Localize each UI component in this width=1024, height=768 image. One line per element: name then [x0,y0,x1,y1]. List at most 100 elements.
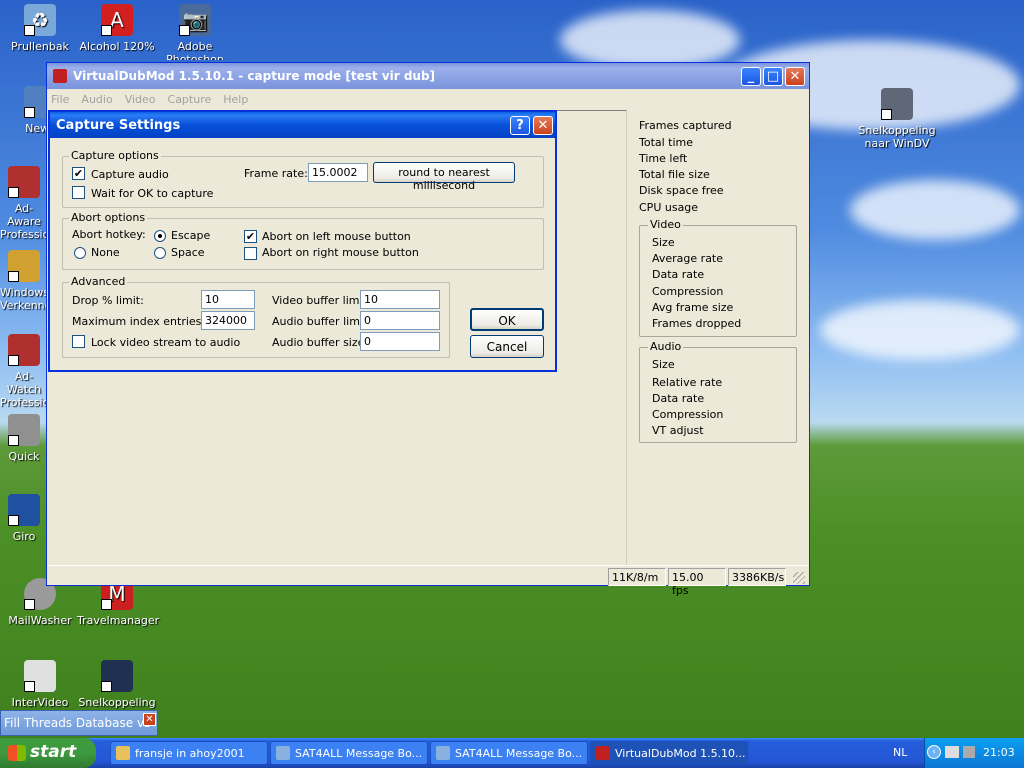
video-compression: Compression [652,285,724,298]
status-bitrate: 3386KB/s [728,568,786,586]
desktop-icon-recycle-bin[interactable]: ♻ Prullenbak [0,4,80,53]
language-indicator[interactable]: NL [893,746,907,759]
capture-settings-dialog: Capture Settings ? ✕ Capture options ✔ C… [48,110,557,372]
status-fps: 15.00 fps [668,568,726,597]
task-virtualdub[interactable]: VirtualDubMod 1.5.10... [590,741,748,765]
stat-total-file-size: Total file size [639,168,710,181]
video-stats-group: Video Size Average rate Data rate Compre… [639,218,797,337]
resize-grip[interactable] [793,572,805,584]
maximize-button[interactable]: □ [763,67,783,86]
close-button[interactable]: ✕ [785,67,805,86]
stats-panel: Frames captured Total time Time left Tot… [639,119,805,559]
audio-size: Size [652,358,675,371]
powerpost-icon [101,660,133,692]
audio-data-rate: Data rate [652,392,705,405]
camcorder-icon [881,88,913,120]
status-rate: 11K/8/m [608,568,666,586]
giro-icon [8,494,40,526]
hotkey-escape-radio[interactable] [154,230,166,242]
start-button[interactable]: start [0,738,96,768]
stat-time-left: Time left [639,152,688,165]
tray-network-icon[interactable] [945,746,959,758]
video-buffer-input[interactable]: 10 [360,290,440,309]
desktop-icon-giro[interactable]: Giro [0,494,48,543]
desktop-icon-explorer[interactable]: Windows Verkenner [0,250,48,312]
video-size: Size [652,236,675,249]
stat-frames-captured: Frames captured [639,119,732,132]
browser-icon [436,746,450,760]
hotkey-none-label: None [91,246,120,259]
browser-icon [276,746,290,760]
abort-hotkey-label: Abort hotkey: [72,228,146,241]
video-data-rate: Data rate [652,268,705,281]
tray-arrow-icon[interactable]: ‹ [927,745,941,759]
round-millisecond-button[interactable]: round to nearest millisecond [373,162,515,192]
drop-limit-input[interactable]: 10 [201,290,255,309]
hotkey-space-radio[interactable] [154,247,166,259]
menu-video[interactable]: Video [125,93,156,106]
taskbar: start fransje in ahoy2001 SAT4ALL Messag… [0,738,1024,768]
menu-bar: File Audio Video Capture Help [47,89,809,109]
menu-file[interactable]: File [51,93,69,106]
stat-cpu-usage: CPU usage [639,201,699,214]
wait-ok-label: Wait for OK to capture [91,187,214,200]
dialog-titlebar[interactable]: Capture Settings ? ✕ [50,112,555,138]
virtualdub-titlebar[interactable]: VirtualDubMod 1.5.10.1 - capture mode [t… [47,63,809,89]
desktop-icon-windv[interactable]: Snelkoppeling naar WinDV [857,88,937,150]
hotkey-space-label: Space [171,246,205,259]
help-button[interactable]: ? [510,116,530,135]
menu-help[interactable]: Help [223,93,248,106]
explorer-icon [8,250,40,282]
capture-audio-label: Capture audio [91,168,169,181]
stat-disk-space-free: Disk space free [639,184,724,197]
task-sat4all-2[interactable]: SAT4ALL Message Bo... [430,741,588,765]
alcohol-icon: A [101,4,133,36]
desktop-icon-alcohol[interactable]: A Alcohol 120% [77,4,157,53]
frame-rate-input[interactable]: 15.0002 [308,163,368,182]
desktop-icon-ad-watch[interactable]: Ad-Watch Professional [0,334,48,409]
intervideo-icon [24,660,56,692]
desktop-icon-ad-aware[interactable]: Ad-Aware Professional [0,166,48,241]
video-frames-dropped: Frames dropped [652,317,742,330]
audio-buffer-input[interactable]: 0 [360,311,440,330]
audio-vt-adjust: VT adjust [652,424,704,437]
ad-aware-icon [8,166,40,198]
lock-video-label: Lock video stream to audio [91,336,241,349]
video-buffer-label: Video buffer limit: [272,294,371,307]
quick-icon [8,414,40,446]
hotkey-none-radio[interactable] [74,247,86,259]
desktop-icon-photoshop[interactable]: 📷 Adobe Photoshop [155,4,235,60]
wait-ok-checkbox[interactable] [72,186,85,199]
ok-button[interactable]: OK [470,308,544,331]
minimize-button[interactable]: _ [741,67,761,86]
cancel-button[interactable]: Cancel [470,335,544,358]
virtualdub-icon [596,746,610,760]
stat-total-time: Total time [639,136,694,149]
desktop-icon-intervideo[interactable]: InterVideo [0,660,80,709]
system-tray: ‹ 21:03 [924,738,1024,768]
desktop-icon-powerpost[interactable]: Snelkoppeling [77,660,157,709]
fill-threads-popup[interactable]: Fill Threads Database v3 ✕ [0,710,158,736]
menu-audio[interactable]: Audio [81,93,112,106]
desktop-icon-quick[interactable]: Quick [0,414,48,463]
photoshop-icon: 📷 [179,4,211,36]
abort-left-mouse-checkbox[interactable]: ✔ [244,230,257,243]
max-index-input[interactable]: 324000 [201,311,255,330]
clock[interactable]: 21:03 [983,746,1015,759]
task-sat4all-1[interactable]: SAT4ALL Message Bo... [270,741,428,765]
capture-audio-checkbox[interactable]: ✔ [72,167,85,180]
folder-icon [116,746,130,760]
video-average-rate: Average rate [652,252,724,265]
abort-right-mouse-checkbox[interactable] [244,247,257,260]
recycle-bin-icon: ♻ [24,4,56,36]
video-avg-frame-size: Avg frame size [652,301,734,314]
lock-video-checkbox[interactable] [72,335,85,348]
tray-volume-icon[interactable] [963,746,975,758]
audio-relative-rate: Relative rate [652,376,723,389]
dialog-close-button[interactable]: ✕ [533,116,553,135]
windows-flag-icon [8,745,26,761]
task-fransje[interactable]: fransje in ahoy2001 [110,741,268,765]
audio-buffer-size-input[interactable]: 0 [360,332,440,351]
close-icon[interactable]: ✕ [143,713,156,726]
menu-capture[interactable]: Capture [168,93,212,106]
